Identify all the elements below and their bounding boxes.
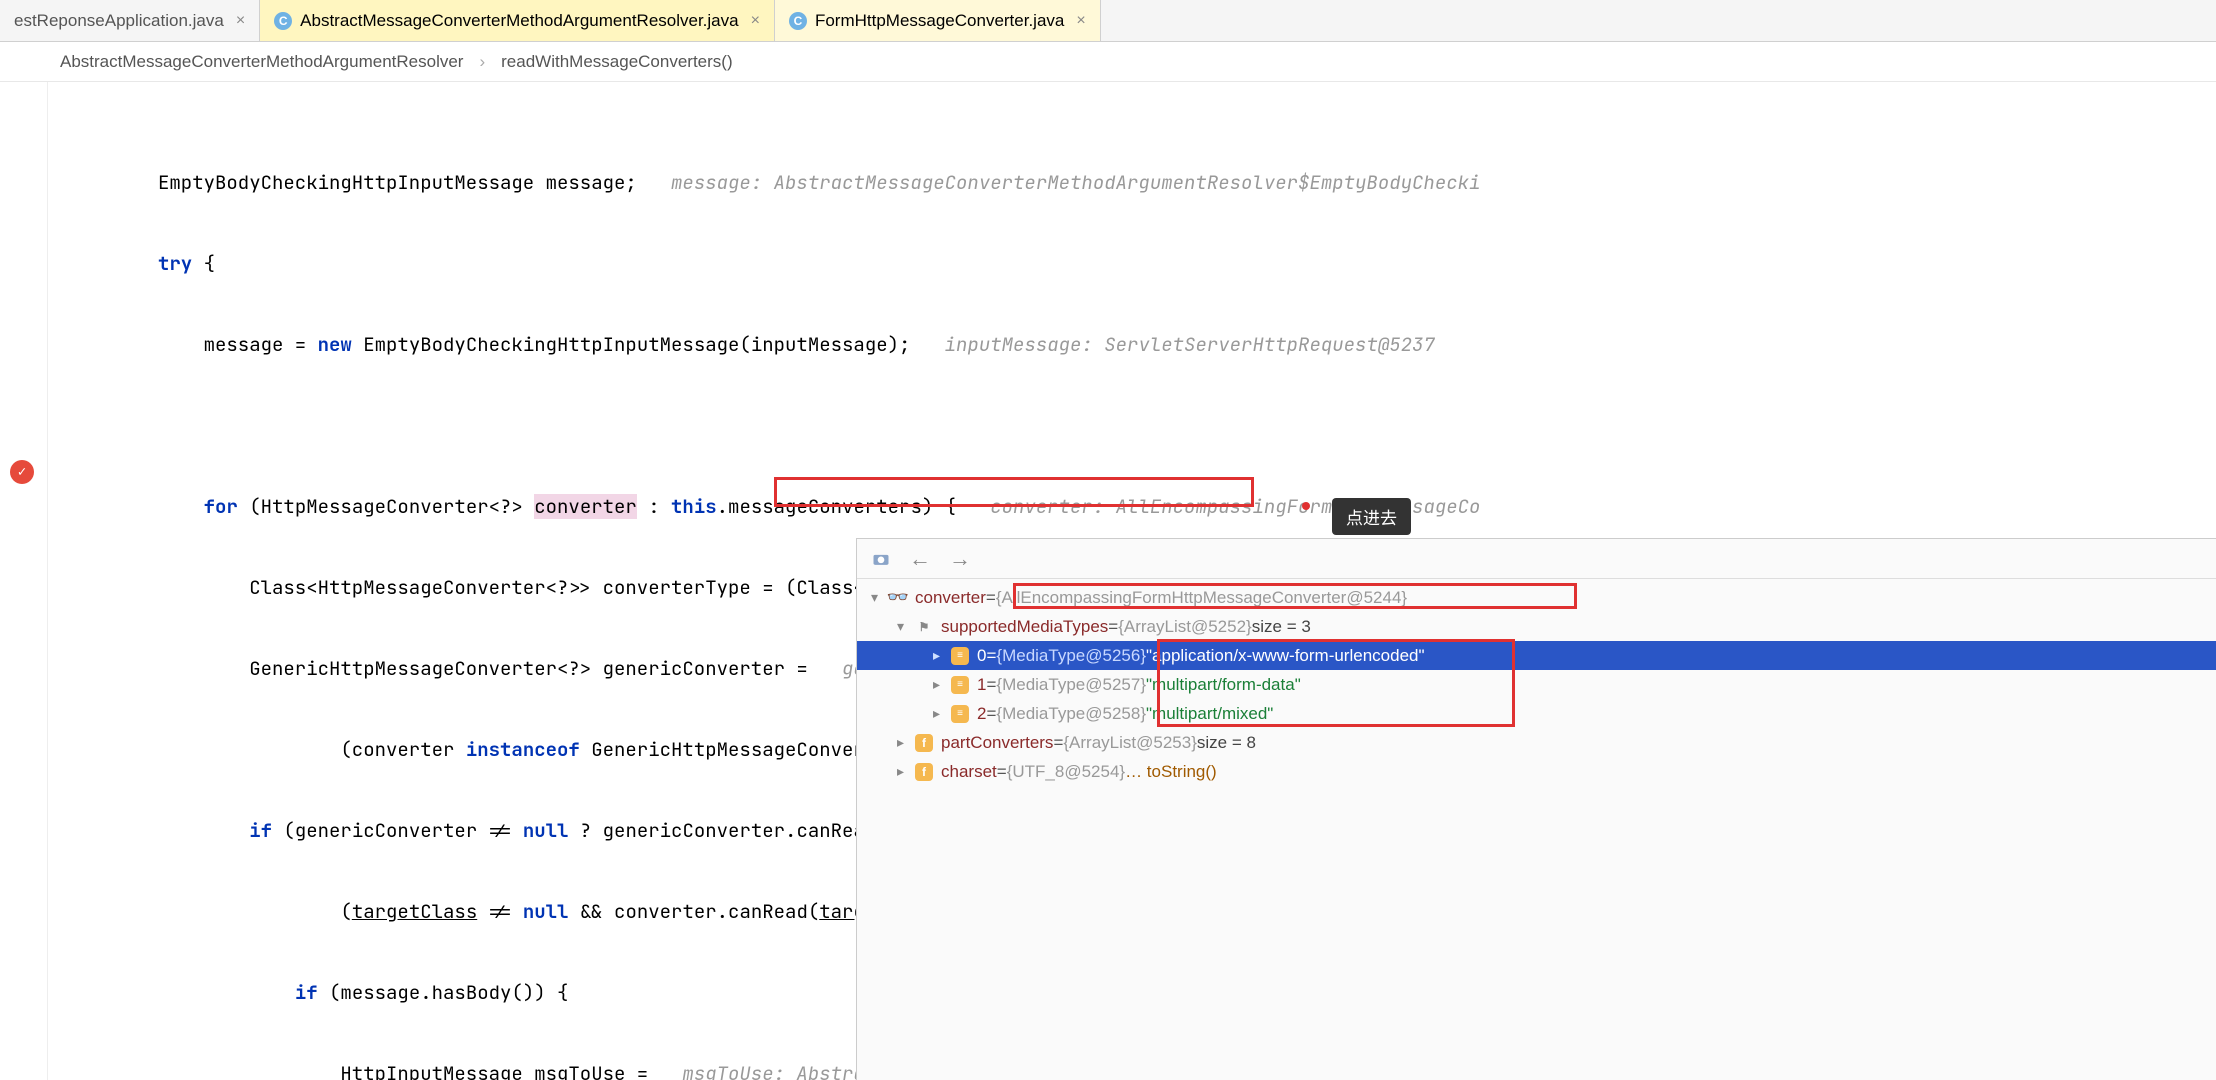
breadcrumb-method[interactable]: readWithMessageConverters() [501, 52, 732, 72]
code-line[interactable]: EmptyBodyCheckingHttpInputMessage messag… [48, 169, 2216, 196]
field-icon: f [915, 763, 933, 781]
inline-hint: message: AbstractMessageConverterMethodA… [671, 170, 1480, 195]
chevron-right-icon[interactable]: ▸ [933, 676, 951, 693]
java-class-icon: C [274, 12, 292, 30]
breakpoint-icon[interactable] [10, 460, 34, 484]
inline-hint: inputMessage: ServletServerHttpRequest@5… [945, 332, 1435, 357]
camera-icon[interactable] [871, 549, 891, 569]
tab-label: estReponseApplication.java [14, 11, 224, 31]
code-line[interactable]: message = new EmptyBodyCheckingHttpInput… [48, 331, 2216, 358]
annotation-callout: 点进去 [1332, 498, 1411, 535]
chevron-right-icon[interactable]: ▸ [897, 734, 915, 751]
element-icon: ≡ [951, 676, 969, 694]
element-icon: ≡ [951, 705, 969, 723]
java-class-icon: C [789, 12, 807, 30]
var-row-charset[interactable]: ▸ f charset = {UTF_8@5254} … toString() [857, 757, 2216, 786]
chevron-right-icon[interactable]: ▸ [897, 763, 915, 780]
close-icon[interactable]: × [751, 12, 760, 30]
tab-label: AbstractMessageConverterMethodArgumentRe… [300, 11, 738, 31]
breadcrumb: AbstractMessageConverterMethodArgumentRe… [0, 42, 2216, 82]
code-line[interactable]: try { [48, 250, 2216, 277]
back-arrow-icon[interactable]: ← [909, 546, 931, 572]
gutter[interactable] [0, 82, 48, 1080]
var-row-supported-media-types[interactable]: ▾ ⚑ supportedMediaTypes = {ArrayList@525… [857, 612, 2216, 641]
close-icon[interactable]: × [236, 12, 245, 30]
var-row-converter[interactable]: ▾ 👓 converter = {AllEncompassingFormHttp… [857, 583, 2216, 612]
element-icon: ≡ [951, 647, 969, 665]
var-row-media-type-0[interactable]: ▸ ≡ 0 = {MediaType@5256} "application/x-… [857, 641, 2216, 670]
annotation-dot [1302, 502, 1310, 510]
var-row-media-type-1[interactable]: ▸ ≡ 1 = {MediaType@5257} "multipart/form… [857, 670, 2216, 699]
breadcrumb-class[interactable]: AbstractMessageConverterMethodArgumentRe… [60, 52, 463, 72]
callout-text: 点进去 [1346, 509, 1397, 528]
debug-variables-panel: ← → ▾ 👓 converter = {AllEncompassingForm… [856, 538, 2216, 1080]
code-line[interactable] [48, 412, 2216, 439]
watch-icon: 👓 [889, 589, 907, 607]
chevron-right-icon: › [479, 52, 485, 72]
field-icon: f [915, 734, 933, 752]
editor-tabs: estReponseApplication.java × C AbstractM… [0, 0, 2216, 42]
tab-abstract-resolver[interactable]: C AbstractMessageConverterMethodArgument… [260, 0, 775, 41]
var-row-media-type-2[interactable]: ▸ ≡ 2 = {MediaType@5258} "multipart/mixe… [857, 699, 2216, 728]
close-icon[interactable]: × [1076, 12, 1085, 30]
variable-tree[interactable]: ▾ 👓 converter = {AllEncompassingFormHttp… [857, 579, 2216, 790]
chevron-down-icon[interactable]: ▾ [897, 618, 915, 635]
chevron-right-icon[interactable]: ▸ [933, 705, 951, 722]
tab-form-http-converter[interactable]: C FormHttpMessageConverter.java × [775, 0, 1101, 41]
debug-toolbar: ← → [857, 539, 2216, 579]
forward-arrow-icon[interactable]: → [949, 546, 971, 572]
chevron-right-icon[interactable]: ▸ [933, 647, 951, 664]
var-row-part-converters[interactable]: ▸ f partConverters = {ArrayList@5253} si… [857, 728, 2216, 757]
tab-label: FormHttpMessageConverter.java [815, 11, 1064, 31]
tab-est-response[interactable]: estReponseApplication.java × [0, 0, 260, 41]
code-line[interactable]: for (HttpMessageConverter<?> converter :… [48, 493, 2216, 520]
flag-icon: ⚑ [915, 618, 933, 636]
